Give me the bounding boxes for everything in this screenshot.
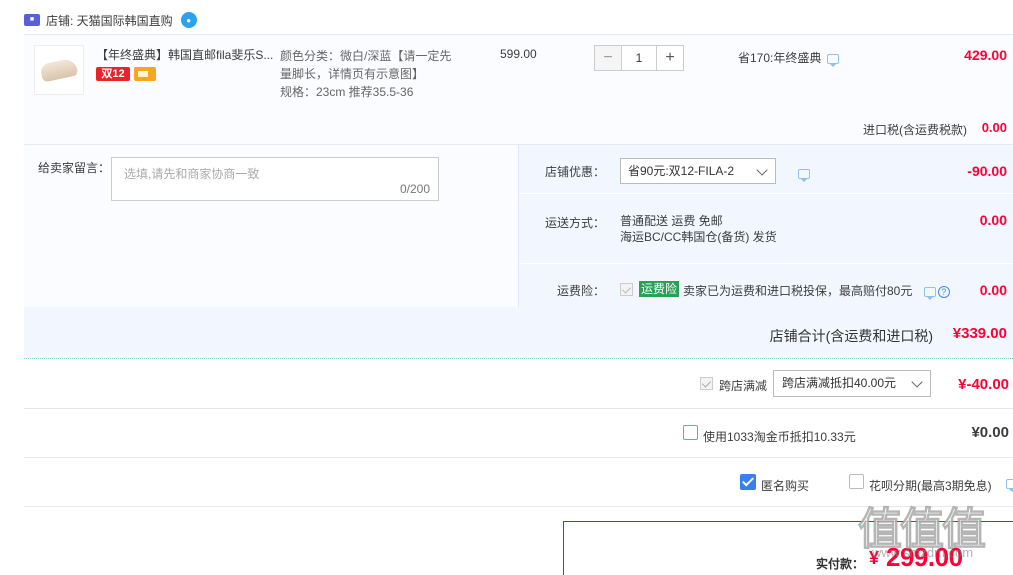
credit-card-icon [134, 67, 156, 81]
insurance-desc: 卖家已为运费和进口税投保，最高赔付80元 ? [683, 282, 950, 300]
shipping-line: 海运BC/CC韩国仓(备货) 发货 [620, 230, 777, 244]
shipping-value: 0.00 [979, 212, 1007, 228]
help-icon[interactable]: ? [937, 285, 950, 298]
shop-promo-label: 店铺优惠： [544, 165, 605, 179]
divider [24, 457, 1013, 458]
cross-store-label: 跨店满减 [719, 379, 768, 393]
anonymous-checkbox[interactable] [740, 474, 756, 490]
shipping-line: 普通配送 运费 免邮 [620, 214, 723, 228]
huabei-label: 花呗分期(最高3期免息) [869, 479, 992, 493]
shop-name[interactable]: 店铺: 天猫国际韩国直购 [46, 12, 173, 29]
insurance-text: 卖家已为运费和进口税投保，最高赔付80元 [683, 284, 913, 298]
shop-promo-selected: 省90元:双12-FILA-2 [628, 164, 735, 178]
product-title[interactable]: 【年终盛典】韩国直邮fila斐乐S... [96, 47, 276, 63]
shipping-label: 运送方式： [544, 216, 605, 230]
cross-store-value: ¥-40.00 [958, 376, 1009, 393]
chevron-down-icon [756, 164, 768, 176]
cross-store-selected: 跨店满减抵扣40.00元 [782, 376, 897, 390]
huabei-checkbox[interactable] [849, 474, 864, 489]
insurance-label: 运费险： [556, 284, 605, 298]
anonymous-label: 匿名购买 [761, 479, 810, 493]
shoe-image [39, 57, 79, 83]
shop-header: ■ 店铺: 天猫国际韩国直购 ● [24, 10, 197, 30]
delivery-options: 店铺优惠： 省90元:双12-FILA-2 -90.00 运送方式： 普通配送 … [518, 145, 1013, 308]
wangwang-chat-icon[interactable]: ● [180, 12, 197, 28]
item-discount-label: 省170:年终盛典 [738, 51, 822, 65]
item-subtotal: 429.00 [964, 47, 1007, 63]
import-tax-value: 0.00 [981, 120, 1007, 135]
shipping-method: 普通配送 运费 免邮 海运BC/CC韩国仓(备货) 发货 [620, 213, 777, 245]
qty-plus-button[interactable]: + [656, 45, 684, 71]
insurance-checkbox[interactable] [620, 283, 633, 296]
message-icon[interactable] [923, 286, 936, 300]
shop-total-row: 店铺合计(含运费和进口税) ¥339.00 [24, 307, 1013, 359]
shop-total-value: ¥339.00 [952, 325, 1007, 342]
product-attributes: 颜色分类：微白/深蓝【请一定先 量脚长，详情页有示意图】 规格：23cm 推荐3… [280, 47, 465, 101]
cross-store-checkbox[interactable] [700, 377, 713, 390]
double12-badge: 双12 [96, 67, 130, 81]
coins-value: ¥0.00 [971, 424, 1009, 441]
message-icon[interactable] [1006, 478, 1013, 492]
seller-message-label: 给卖家留言： [38, 161, 111, 175]
qty-minus-button[interactable]: − [594, 45, 622, 71]
order-item-row: 【年终盛典】韩国直邮fila斐乐S... 双12 颜色分类：微白/深蓝【请一定先… [24, 34, 1013, 144]
insurance-value: 0.00 [979, 282, 1007, 298]
import-tax-label: 进口税(含运费税款) [863, 123, 967, 137]
item-discount: 省170:年终盛典 [738, 49, 840, 67]
divider [519, 263, 1013, 264]
attr-line: 规格：23cm 推荐35.5-36 [280, 85, 414, 99]
qty-input[interactable]: 1 [622, 45, 656, 71]
seller-message-input[interactable]: 选填,请先和商家协商一致 0/200 [111, 157, 439, 201]
message-placeholder: 选填,请先和商家协商一致 [124, 167, 260, 181]
pay-label: 实付款： [816, 557, 865, 571]
watermark-url: www.smzdm.com [872, 545, 974, 560]
shop-promo-value: -90.00 [967, 163, 1007, 179]
attr-line: 颜色分类：微白/深蓝【请一定先 [280, 49, 452, 63]
chevron-down-icon [911, 376, 923, 388]
attr-line: 量脚长，详情页有示意图】 [280, 67, 425, 81]
shop-total-label: 店铺合计(含运费和进口税) [769, 328, 933, 344]
coins-label: 使用1033淘金币抵扣10.33元 [703, 430, 856, 444]
insurance-tag: 运费险 [639, 281, 680, 297]
shop-promo-select[interactable]: 省90元:双12-FILA-2 [620, 158, 776, 184]
message-char-counter: 0/200 [399, 182, 430, 196]
message-icon[interactable] [827, 53, 840, 67]
coins-checkbox[interactable] [683, 425, 698, 440]
order-options-panel: 给卖家留言： 选填,请先和商家协商一致 0/200 店铺优惠： 省90元:双12… [24, 144, 1013, 308]
cross-store-select[interactable]: 跨店满减抵扣40.00元 [773, 370, 931, 397]
message-icon[interactable] [798, 168, 810, 182]
tmall-shop-icon: ■ [24, 14, 40, 26]
divider [519, 193, 1013, 194]
quantity-stepper: − 1 + [594, 45, 684, 71]
product-thumbnail[interactable] [34, 45, 84, 95]
divider [24, 408, 1013, 409]
unit-price: 599.00 [500, 47, 537, 61]
